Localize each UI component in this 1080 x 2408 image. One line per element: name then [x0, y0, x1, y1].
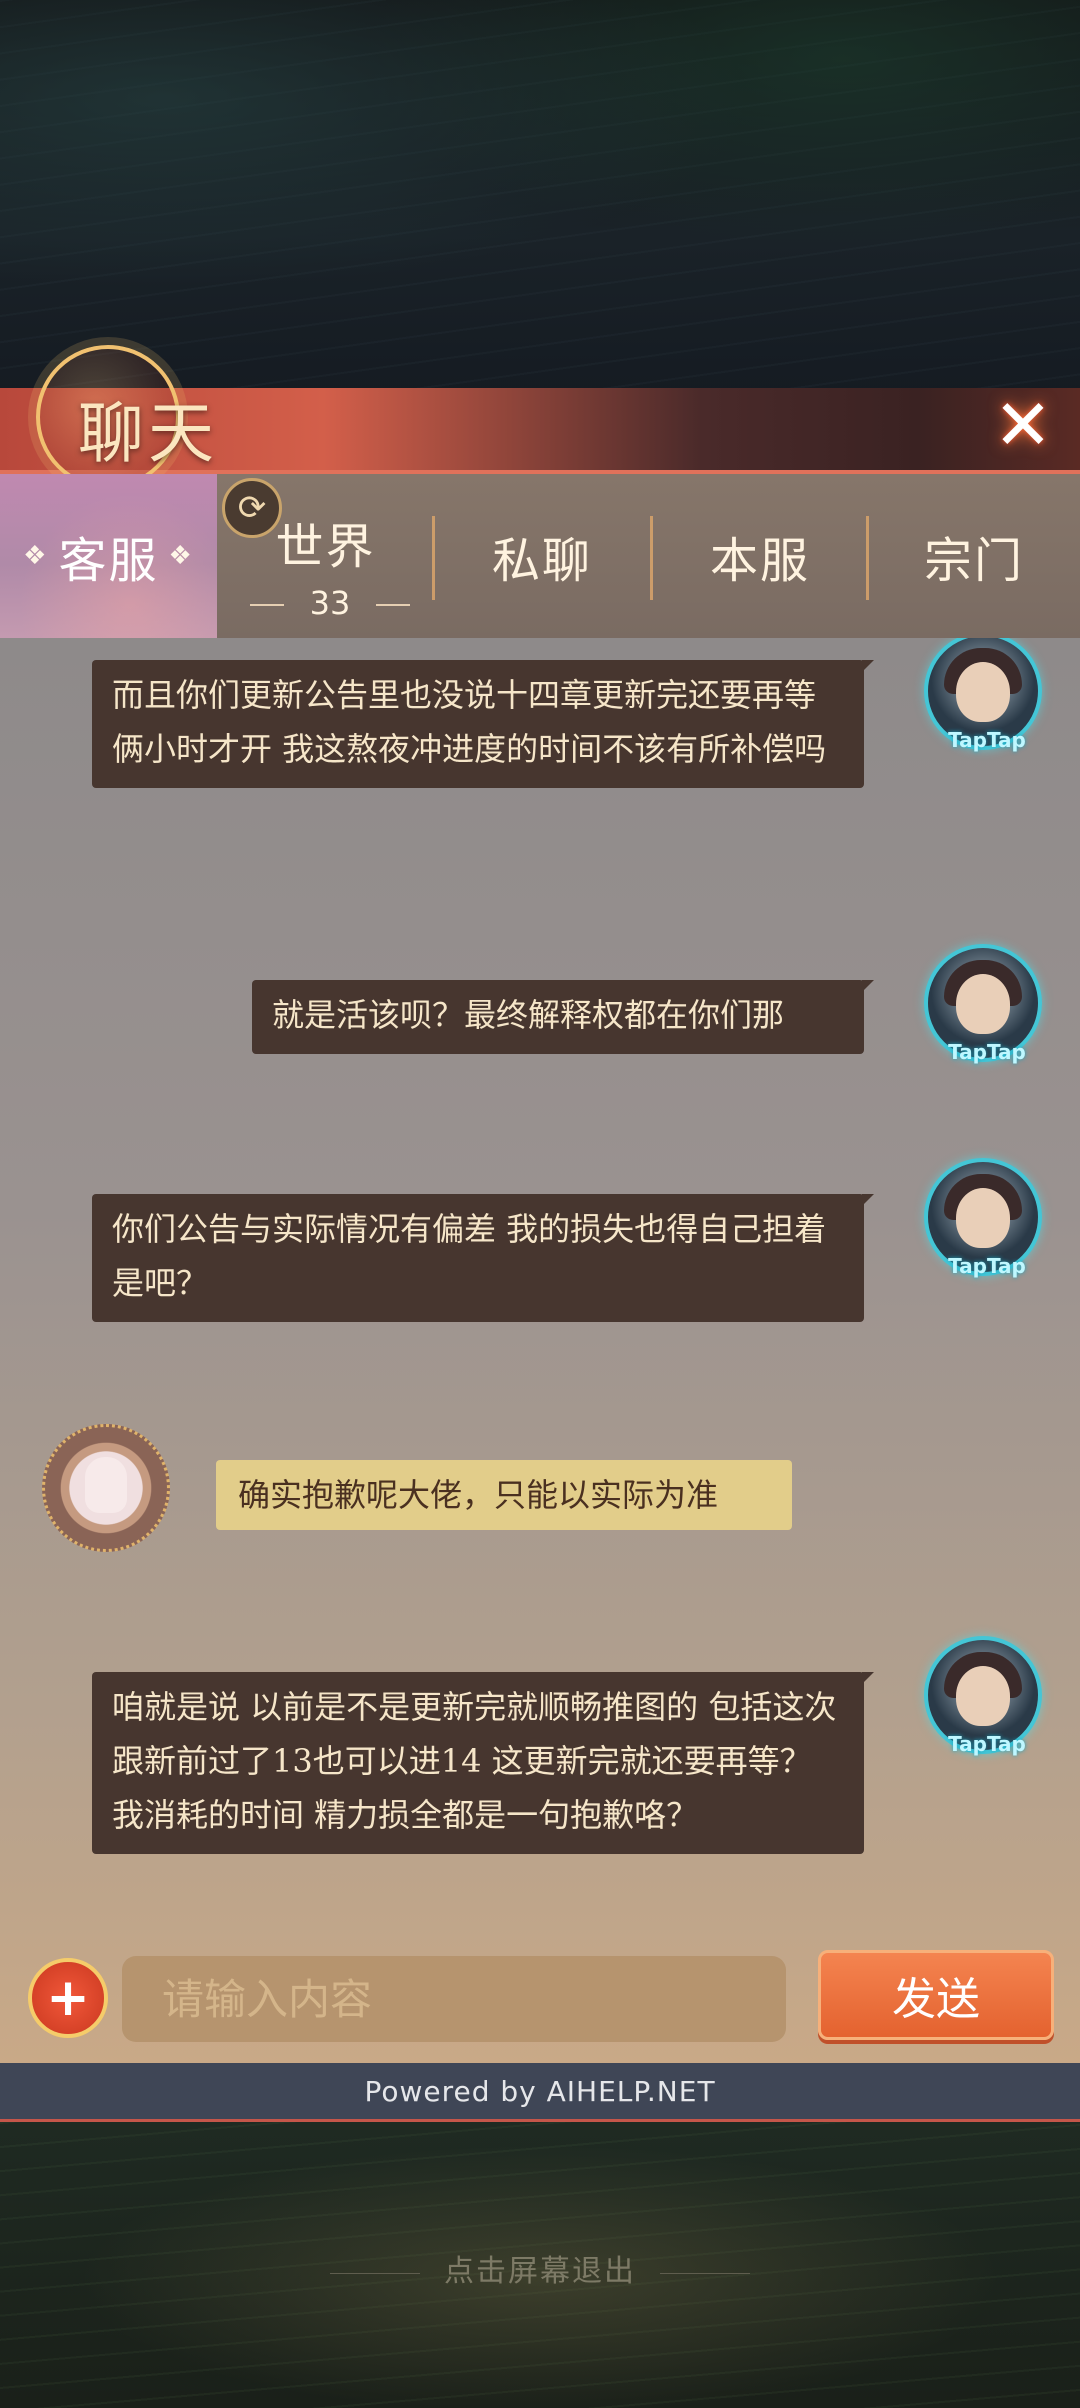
divider-line — [330, 2272, 420, 2274]
refresh-icon[interactable]: ⟳ — [222, 478, 282, 538]
support-avatar[interactable] — [42, 1424, 170, 1552]
avatar-face — [956, 1666, 1010, 1726]
avatar-face — [956, 974, 1010, 1034]
user-avatar[interactable]: TapTap — [924, 1158, 1042, 1278]
user-message-bubble: 咱就是说 以前是不是更新完就顺畅推图的 包括这次跟新前过了13也可以进14 这更… — [92, 1672, 874, 1854]
support-message-bubble: 确实抱歉呢大佬，只能以实际为准 — [216, 1460, 792, 1530]
world-tab-badge: 33 — [250, 584, 410, 622]
user-avatar[interactable]: TapTap — [924, 944, 1042, 1064]
message-input[interactable] — [122, 1956, 786, 2042]
tab-label: 客服 — [58, 533, 159, 589]
user-avatar[interactable]: TapTap — [924, 1636, 1042, 1756]
tab-customer-service[interactable]: ❖ 客服 ❖ — [0, 474, 217, 638]
user-avatar[interactable]: TapTap — [924, 638, 1042, 752]
support-figure — [85, 1457, 127, 1513]
user-message-bubble: 而且你们更新公告里也没说十四章更新完还要再等俩小时才开 我这熬夜冲进度的时间不该… — [92, 660, 874, 788]
add-attachment-button[interactable]: + — [28, 1958, 108, 2038]
tab-label: 世界 — [275, 519, 376, 575]
tab-private-chat[interactable]: 私聊 — [434, 474, 650, 638]
background-top — [0, 0, 1080, 395]
taptap-tag: TapTap — [948, 1254, 1026, 1278]
avatar-face — [956, 1188, 1010, 1248]
divider-line — [660, 2272, 750, 2274]
exit-hint-text: 点击屏幕退出 — [444, 2254, 636, 2289]
diamond-icon: ❖ — [23, 541, 49, 571]
tab-label: 本服 — [709, 533, 810, 589]
user-message-bubble: 就是活该呗？最终解释权都在你们那 — [252, 980, 874, 1054]
tab-sect[interactable]: 宗门 — [868, 474, 1080, 638]
user-message-bubble: 你们公告与实际情况有偏差 我的损失也得自己担着是吧？ — [92, 1194, 874, 1322]
taptap-tag: TapTap — [948, 728, 1026, 752]
close-icon[interactable]: ✕ — [990, 390, 1056, 460]
exit-hint[interactable]: 点击屏幕退出 — [0, 2246, 1080, 2290]
powered-by-footer: Powered by AIHELP.NET — [0, 2063, 1080, 2122]
diamond-icon: ❖ — [168, 541, 194, 571]
chat-message-list[interactable]: 而且你们更新公告里也没说十四章更新完还要再等俩小时才开 我这熬夜冲进度的时间不该… — [0, 638, 1080, 2063]
tab-label: 私聊 — [491, 533, 592, 589]
tab-server[interactable]: 本服 — [652, 474, 868, 638]
tab-bar: ❖ 客服 ❖ 世界 私聊 本服 宗门 — [0, 474, 1080, 638]
avatar-face — [956, 662, 1010, 722]
page-title: 聊天 — [78, 395, 218, 472]
taptap-tag: TapTap — [948, 1040, 1026, 1064]
send-button[interactable]: 发送 — [818, 1950, 1054, 2040]
taptap-tag: TapTap — [948, 1732, 1026, 1756]
tab-label: 宗门 — [923, 533, 1024, 589]
